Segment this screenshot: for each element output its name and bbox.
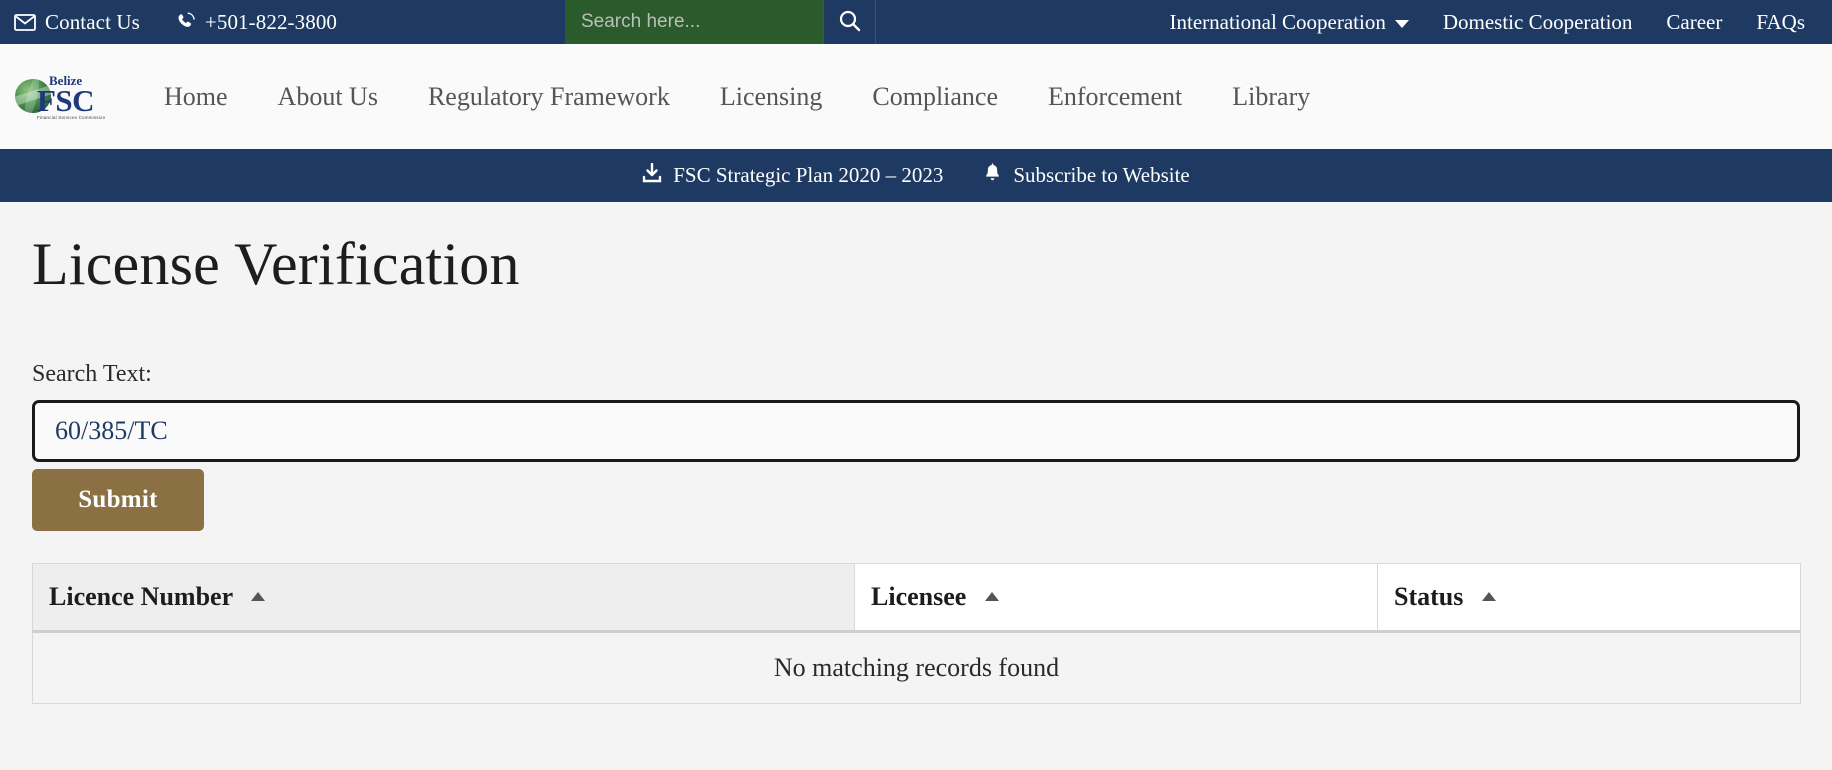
subscribe-label: Subscribe to Website xyxy=(1013,163,1190,187)
phone-label: +501-822-3800 xyxy=(204,9,338,34)
contact-us-label: Contact Us xyxy=(45,9,140,34)
nav-item-home[interactable]: Home xyxy=(139,82,253,112)
strategic-plan-link[interactable]: FSC Strategic Plan 2020 – 2023 xyxy=(642,162,944,189)
logo-tagline: Financial Services Commission xyxy=(37,114,106,120)
submit-button[interactable]: Submit xyxy=(32,469,204,531)
topbar-item-label: FAQs xyxy=(1756,9,1805,34)
topbar-contact-group: Contact Us +501-822-3800 xyxy=(0,0,565,44)
nav-item-compliance[interactable]: Compliance xyxy=(847,82,1023,112)
topbar-item-career[interactable]: Career xyxy=(1649,10,1739,35)
topbar-item-international-cooperation[interactable]: International Cooperation xyxy=(1153,10,1426,35)
topbar-nav: International Cooperation Domestic Coope… xyxy=(876,0,1832,44)
page-content: License Verification Search Text: Submit… xyxy=(0,202,1832,770)
contact-us-link[interactable]: Contact Us xyxy=(14,10,140,35)
sort-ascending-icon xyxy=(1481,592,1496,601)
topbar-item-label: Career xyxy=(1666,9,1723,34)
sort-ascending-icon xyxy=(984,592,999,601)
site-header: Belize FSC Financial Services Commission… xyxy=(0,44,1832,149)
column-header-label: Licence Number xyxy=(49,582,233,611)
table-body: No matching records found xyxy=(32,631,1801,704)
topbar-item-domestic-cooperation[interactable]: Domestic Cooperation xyxy=(1426,10,1650,35)
table-head: Licence Number Licensee Status xyxy=(32,563,1801,633)
nav-item-licensing[interactable]: Licensing xyxy=(695,82,848,112)
main-navigation: Home About Us Regulatory Framework Licen… xyxy=(139,82,1335,112)
nav-item-regulatory-framework[interactable]: Regulatory Framework xyxy=(403,82,695,112)
table-empty-row: No matching records found xyxy=(32,631,1801,704)
topbar-item-label: Domestic Cooperation xyxy=(1442,9,1633,34)
search-text-label: Search Text: xyxy=(32,361,152,387)
column-header-licence-number[interactable]: Licence Number xyxy=(32,563,855,633)
license-results-table: Licence Number Licensee Status No matchi… xyxy=(32,563,1801,704)
search-text-input-wrapper[interactable] xyxy=(32,400,1800,462)
top-utility-bar: Contact Us +501-822-3800 Inter xyxy=(0,0,1832,44)
bell-icon xyxy=(983,162,1002,189)
phone-icon xyxy=(176,12,196,32)
envelope-icon xyxy=(14,13,36,31)
topbar-item-label: International Cooperation xyxy=(1169,9,1386,34)
search-icon xyxy=(838,9,862,36)
header-search xyxy=(565,0,876,44)
chevron-down-icon xyxy=(1394,19,1409,28)
page-title: License Verification xyxy=(32,231,520,297)
logo-fsc-text: FSC xyxy=(37,82,95,118)
search-submit-button[interactable] xyxy=(823,0,876,44)
nav-item-library[interactable]: Library xyxy=(1207,82,1335,112)
column-header-label: Status xyxy=(1394,582,1464,611)
nav-item-about-us[interactable]: About Us xyxy=(253,82,403,112)
table-header-row: Licence Number Licensee Status xyxy=(32,563,1801,633)
search-input[interactable] xyxy=(565,0,823,44)
sort-ascending-icon xyxy=(251,592,266,601)
search-text-input[interactable] xyxy=(55,416,1777,446)
nav-item-enforcement[interactable]: Enforcement xyxy=(1023,82,1207,112)
topbar-item-faqs[interactable]: FAQs xyxy=(1739,10,1822,35)
phone-link[interactable]: +501-822-3800 xyxy=(176,10,337,35)
strategic-plan-label: FSC Strategic Plan 2020 – 2023 xyxy=(673,163,944,187)
site-logo[interactable]: Belize FSC Financial Services Commission xyxy=(15,71,105,123)
column-header-licensee[interactable]: Licensee xyxy=(854,563,1378,633)
empty-state-message: No matching records found xyxy=(32,631,1801,704)
subscribe-link[interactable]: Subscribe to Website xyxy=(983,162,1190,189)
column-header-label: Licensee xyxy=(871,582,967,611)
download-icon xyxy=(642,162,662,189)
column-header-status[interactable]: Status xyxy=(1377,563,1801,633)
announcement-bar: FSC Strategic Plan 2020 – 2023 Subscribe… xyxy=(0,149,1832,202)
